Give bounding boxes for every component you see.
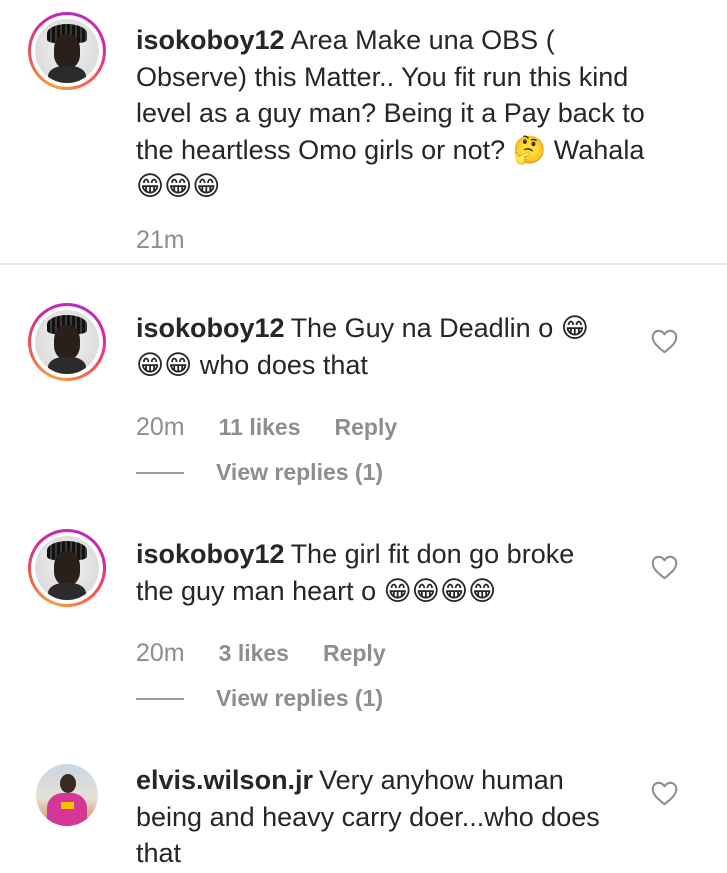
view-replies-label[interactable]: View replies (1)	[216, 459, 383, 486]
comment-item: isokoboy12 The girl fit don go broke the …	[0, 491, 727, 726]
heart-outline-icon[interactable]	[651, 555, 678, 580]
comment-text: isokoboy12 The Guy na Deadlin o 😁😁😁 who d…	[136, 310, 606, 383]
caption-username[interactable]: isokoboy12	[136, 25, 285, 55]
comment-text: elvis.wilson.jr Very anyhow human being a…	[136, 762, 626, 872]
comment-item: elvis.wilson.jr Very anyhow human being a…	[0, 750, 727, 873]
comment-username[interactable]: elvis.wilson.jr	[136, 765, 313, 795]
replies-divider-line	[136, 697, 184, 700]
avatar[interactable]	[28, 12, 106, 90]
heart-outline-icon[interactable]	[651, 329, 678, 354]
comment-username[interactable]: isokoboy12	[136, 539, 285, 569]
comment-meta: 20m 11 likes Reply	[136, 413, 397, 442]
likes-count[interactable]: 3 likes	[219, 640, 289, 667]
post-caption: isokoboy12 Area Make una OBS ( Observe) t…	[0, 0, 727, 265]
comment-item: isokoboy12 The Guy na Deadlin o 😁😁😁 who d…	[0, 265, 727, 500]
avatar[interactable]	[28, 529, 106, 607]
avatar[interactable]	[36, 764, 98, 826]
caption-text: isokoboy12 Area Make una OBS ( Observe) t…	[136, 22, 656, 205]
heart-outline-icon[interactable]	[651, 781, 678, 806]
reply-button[interactable]: Reply	[335, 414, 398, 441]
caption-timestamp: 21m	[136, 226, 185, 254]
comment-meta: 20m 3 likes Reply	[136, 639, 386, 668]
comment-username[interactable]: isokoboy12	[136, 313, 285, 343]
avatar[interactable]	[28, 303, 106, 381]
reply-button[interactable]: Reply	[323, 640, 386, 667]
comment-timestamp: 20m	[136, 413, 185, 441]
caption-meta: 21m	[136, 226, 185, 255]
comment-text: isokoboy12 The girl fit don go broke the …	[136, 536, 606, 609]
view-replies[interactable]: View replies (1)	[136, 459, 383, 486]
likes-count[interactable]: 11 likes	[219, 414, 301, 441]
comment-timestamp: 20m	[136, 639, 185, 667]
replies-divider-line	[136, 471, 184, 474]
view-replies-label[interactable]: View replies (1)	[216, 685, 383, 712]
view-replies[interactable]: View replies (1)	[136, 685, 383, 712]
